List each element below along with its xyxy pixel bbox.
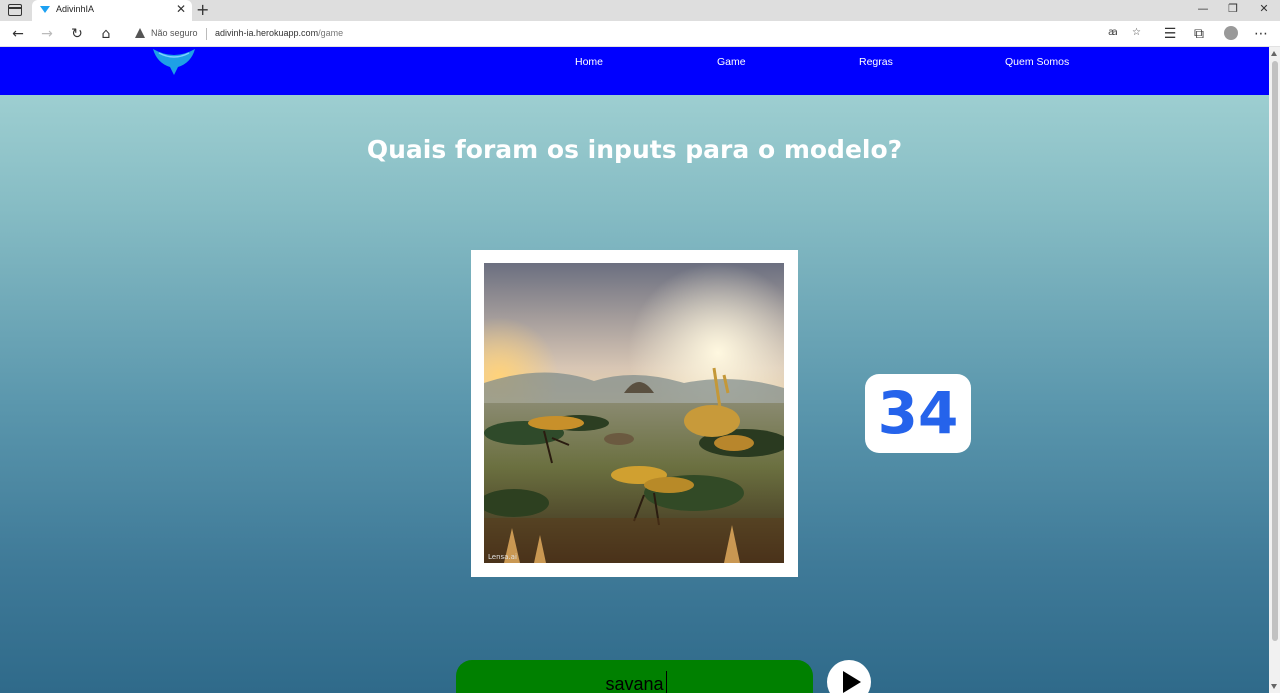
new-tab-button[interactable]: +	[196, 0, 209, 20]
guess-input[interactable]	[456, 660, 813, 693]
minimize-button[interactable]: —	[1188, 2, 1218, 15]
warning-icon	[135, 28, 145, 38]
back-icon[interactable]: ←	[8, 24, 28, 44]
image-frame: Lensa.ai	[471, 250, 798, 577]
browser-toolbar: ← → ↻ ⌂ Não seguro adivinh-ia.herokuapp.…	[0, 21, 1280, 47]
url-text: adivinh-ia.herokuapp.com/game	[215, 28, 343, 38]
browser-tab-strip: AdivinhIA ✕ + — ❐ ✕	[0, 0, 1280, 21]
scroll-thumb[interactable]	[1272, 61, 1278, 641]
scroll-up-icon[interactable]	[1271, 51, 1277, 56]
submit-guess-button[interactable]	[827, 660, 871, 693]
refresh-icon[interactable]: ↻	[67, 24, 87, 44]
restore-button[interactable]: ❐	[1218, 2, 1248, 15]
url-path: /game	[318, 28, 344, 38]
home-icon[interactable]: ⌂	[96, 24, 116, 44]
close-window-button[interactable]: ✕	[1249, 2, 1279, 15]
play-icon	[843, 671, 861, 693]
tab-close-icon[interactable]: ✕	[176, 2, 186, 16]
nav-game[interactable]: Game	[717, 56, 746, 68]
page-viewport: Home Game Regras Quem Somos Quais foram …	[0, 47, 1269, 693]
generated-savanna-image: Lensa.ai	[484, 263, 784, 563]
tab-actions-icon[interactable]	[8, 4, 22, 16]
nav-quem-somos[interactable]: Quem Somos	[1005, 56, 1069, 68]
scroll-down-icon[interactable]	[1271, 684, 1277, 689]
browser-tab[interactable]: AdivinhIA ✕	[32, 0, 192, 21]
read-aloud-icon[interactable]: ꜳ	[1108, 27, 1118, 38]
site-navbar: Home Game Regras Quem Somos	[0, 47, 1269, 95]
address-divider	[206, 28, 207, 40]
profile-avatar[interactable]	[1224, 26, 1238, 40]
more-menu-icon[interactable]: ⋯	[1251, 24, 1271, 44]
url-host: adivinh-ia.herokuapp.com	[215, 28, 319, 38]
collections-icon[interactable]: ⧉	[1189, 24, 1209, 44]
nav-regras[interactable]: Regras	[859, 56, 893, 68]
text-caret	[666, 671, 667, 693]
security-label: Não seguro	[151, 28, 198, 38]
site-logo[interactable]	[151, 47, 197, 75]
forward-icon[interactable]: →	[37, 24, 57, 44]
favorites-icon[interactable]: ☰	[1160, 24, 1180, 44]
attempt-counter: 34	[865, 374, 971, 453]
page-title: Quais foram os inputs para o modelo?	[366, 135, 903, 164]
tab-title: AdivinhIA	[56, 4, 95, 14]
favorite-add-icon[interactable]: ☆	[1132, 27, 1141, 38]
image-watermark: Lensa.ai	[488, 553, 517, 561]
nav-home[interactable]: Home	[575, 56, 603, 68]
favicon-icon	[40, 6, 50, 13]
page-scrollbar[interactable]	[1269, 47, 1280, 693]
address-bar[interactable]: Não seguro adivinh-ia.herokuapp.com/game…	[126, 23, 1152, 45]
